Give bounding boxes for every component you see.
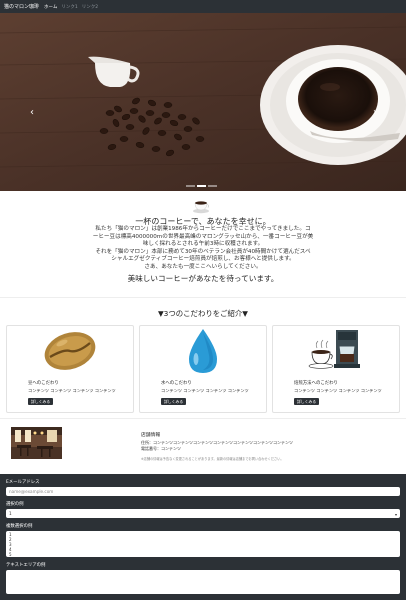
feature-card-water: 水へのこだわり コンテンツ コンテンツ コンテンツ コンテンツ 詳しくみる [139, 325, 267, 413]
card-detail-button[interactable]: 詳しくみる [294, 398, 320, 405]
intro-body: 私たち「猫のマロン」は創業1986年からコーヒーだけでここまでやってきました。コ… [0, 226, 406, 272]
shop-note: ※店舗の情報は予告なく変更されることがあります。最新の情報は店舗までお問い合わせ… [141, 457, 284, 461]
chevron-down-icon: ▾ [394, 512, 397, 517]
card-image [273, 326, 399, 376]
nav-link-1[interactable]: リンク1 [61, 4, 77, 10]
features-section: ▼3つのこだわりをご紹介▼ 豆へのこだわり コンテンツ コンテンツ コンテンツ … [0, 297, 406, 418]
feature-card-beans: 豆へのこだわり コンテンツ コンテンツ コンテンツ コンテンツ 詳しくみる [6, 325, 134, 413]
coffee-cup-icon [193, 201, 209, 214]
shop-interior-image [11, 427, 62, 459]
card-image [7, 326, 133, 376]
shop-title: 店舗情報 [141, 433, 161, 438]
shop-phone: 電話番号：コンテンツ [141, 446, 181, 451]
carousel-next-button[interactable]: › [370, 108, 380, 118]
textarea-label: テキストエリアの例 [6, 563, 46, 568]
nav-link-2[interactable]: リンク2 [82, 4, 98, 10]
select-label: 選択の例 [6, 502, 24, 507]
intro-tagline: 美味しいコーヒーがあなたを待っています。 [127, 274, 279, 283]
card-title: 豆へのこだわり [28, 381, 59, 386]
multi-select-label: 複数選択の例 [6, 524, 33, 529]
navbar: 猫のマロン珈琲 ホーム リンク1 リンク2 [0, 0, 406, 13]
features-title: ▼3つのこだわりをご紹介▼ [158, 309, 248, 318]
select-value: 1 [9, 511, 12, 516]
water-drop-icon [189, 329, 217, 373]
card-detail-button[interactable]: 詳しくみる [28, 398, 54, 405]
card-detail-button[interactable]: 詳しくみる [161, 398, 187, 405]
shop-info-section: 店舗情報 住所：コンテンツコンテンツコンテンツコンテンツコンテンツコンテンツコン… [0, 418, 406, 474]
select-dropdown[interactable]: 1 ▾ [6, 509, 400, 518]
card-text: コンテンツ コンテンツ コンテンツ コンテンツ [294, 388, 382, 393]
contact-form: Eメールアドレス name@example.com 選択の例 1 ▾ 複数選択の… [0, 474, 406, 600]
card-title: 焙煎方法へのこだわり [294, 381, 338, 386]
multi-select-option[interactable]: 5 [9, 552, 400, 557]
card-title: 水へのこだわり [161, 381, 192, 386]
intro-section: 一杯のコーヒーで、あなたを幸せに。 私たち「猫のマロン」は創業1986年からコー… [0, 191, 406, 297]
multi-select[interactable]: 1 2 3 4 5 [6, 531, 400, 557]
intro-line: 私たち「猫のマロン」は創業1986年からコーヒーだけでここまでやってきました。コ [95, 226, 311, 232]
carousel-indicator-3[interactable] [208, 185, 217, 187]
carousel-indicator-1[interactable] [186, 185, 195, 187]
email-input[interactable]: name@example.com [6, 487, 400, 496]
intro-line: 味しく採れるとされる午前3時に収穫されます。 [142, 241, 264, 248]
intro-line: シャルエグゼクティブコーヒー焙煎員が焙煎し、お客様へと提供します。 [111, 256, 295, 263]
message-textarea[interactable] [6, 570, 400, 594]
carousel-indicator-2[interactable] [197, 185, 206, 187]
intro-line: さあ、あなたも一度ここへいらしてください。 [144, 263, 262, 270]
brand-link[interactable]: 猫のマロン珈琲 [4, 3, 39, 10]
coffee-maker-icon [308, 330, 360, 369]
feature-card-roast: 焙煎方法へのこだわり コンテンツ コンテンツ コンテンツ コンテンツ 詳しくみる [272, 325, 400, 413]
carousel-prev-button[interactable]: ‹ [27, 108, 37, 118]
coffee-bean-icon [44, 332, 96, 370]
hero-carousel: ‹ › [0, 13, 406, 191]
email-label: Eメールアドレス [6, 480, 40, 485]
card-text: コンテンツ コンテンツ コンテンツ コンテンツ [28, 388, 116, 393]
carousel-slide-image [0, 13, 406, 191]
carousel-indicators [186, 185, 217, 187]
card-text: コンテンツ コンテンツ コンテンツ コンテンツ [161, 388, 249, 393]
nav-link-home[interactable]: ホーム [44, 4, 57, 10]
card-image [140, 326, 266, 376]
